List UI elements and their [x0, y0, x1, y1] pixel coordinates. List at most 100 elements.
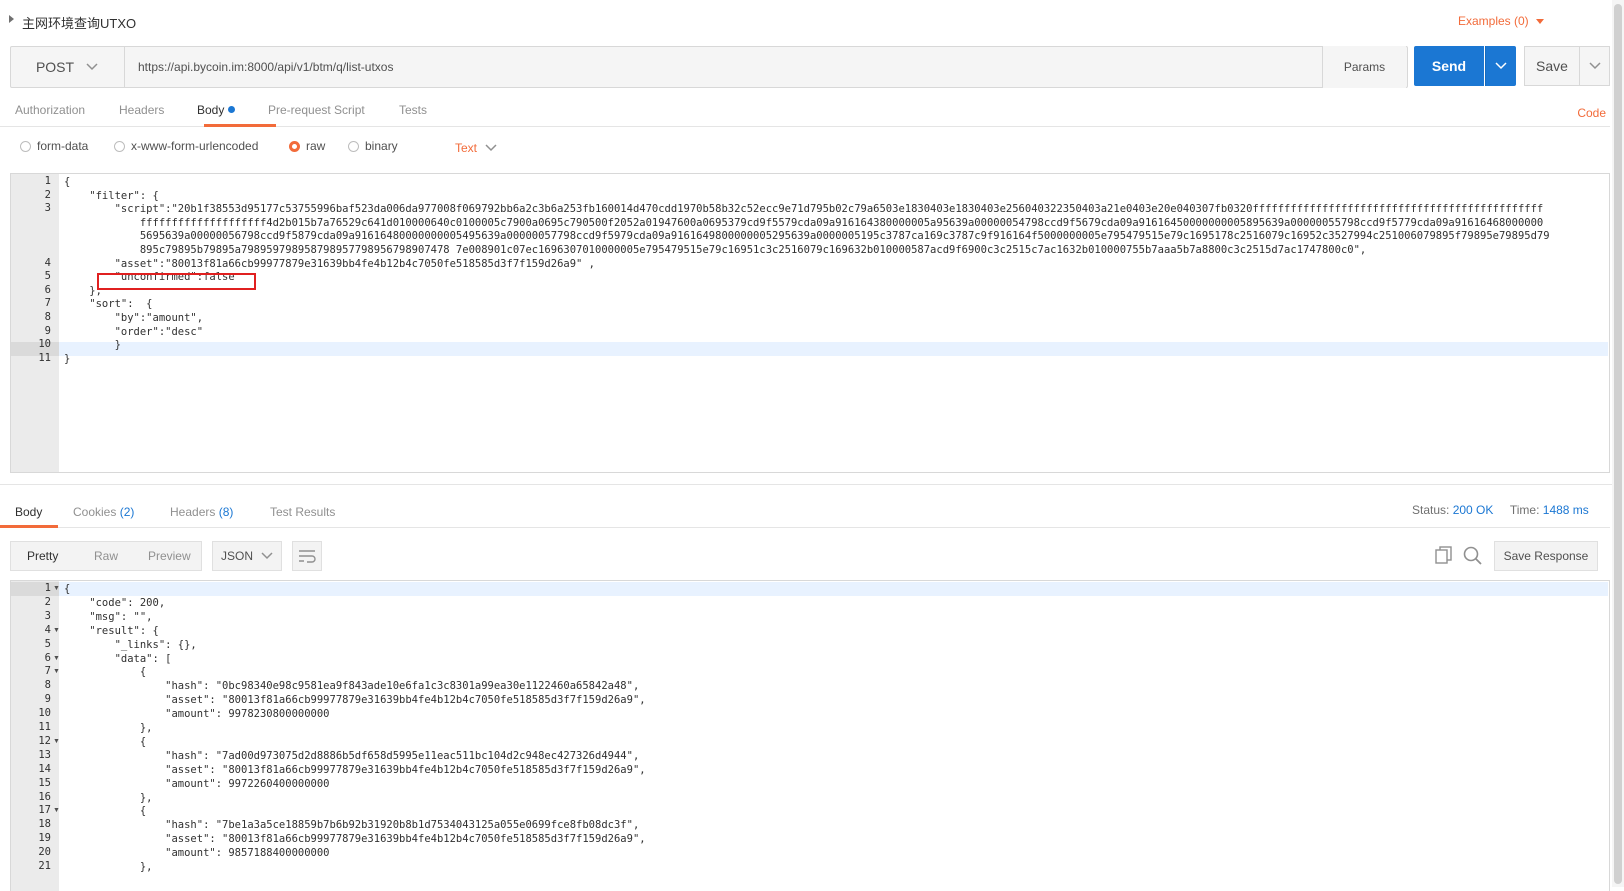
chevron-down-icon: [261, 552, 273, 560]
line-number: 7: [44, 297, 51, 310]
wrap-lines-button[interactable]: [292, 541, 322, 571]
fold-arrow-icon[interactable]: ▼: [53, 807, 60, 814]
tab-body[interactable]: Body: [197, 103, 236, 117]
view-raw-button[interactable]: Raw: [74, 549, 137, 563]
line-number: 12: [38, 734, 51, 747]
status-label: Status:: [1412, 503, 1450, 517]
line-number: 8: [44, 679, 51, 692]
time-value: 1488 ms: [1542, 503, 1589, 517]
radio-selected-icon: [289, 140, 300, 152]
code-line: "amount": 9972260400000000: [64, 777, 330, 790]
request-title[interactable]: 主网环境查询UTXO: [22, 13, 136, 32]
line-number: 3: [44, 609, 51, 622]
examples-link[interactable]: Examples (0): [1458, 14, 1544, 28]
send-options-button[interactable]: [1485, 46, 1516, 86]
response-tab-test-results[interactable]: Test Results: [270, 505, 335, 519]
text-type-select[interactable]: Text: [455, 141, 497, 155]
radio-icon: [20, 140, 31, 152]
line-number: 5: [44, 637, 51, 650]
search-icon[interactable]: [1463, 546, 1482, 570]
response-tab-label: Body: [15, 505, 43, 519]
radio-icon: [114, 140, 125, 152]
code-line: "asset": "80013f81a66cb99977879e31639bb4…: [64, 694, 646, 707]
view-preview-button[interactable]: Preview: [138, 549, 201, 563]
line-number: 10: [38, 707, 51, 720]
tab-headers[interactable]: Headers: [119, 103, 164, 117]
chevron-down-icon: [1495, 62, 1507, 70]
save-button[interactable]: Save: [1524, 46, 1580, 86]
tab-pre-request-script[interactable]: Pre-request Script: [268, 103, 365, 117]
chevron-down-icon: [1588, 62, 1601, 70]
code-line: "hash": "7ad00d973075d2d8886b5df658d5995…: [64, 749, 640, 762]
time-label: Time:: [1509, 503, 1540, 517]
fold-arrow-icon[interactable]: ▼: [53, 585, 60, 592]
method-select[interactable]: POST: [10, 46, 125, 88]
fold-arrow-icon[interactable]: ▼: [53, 738, 60, 745]
save-response-button[interactable]: Save Response: [1494, 541, 1598, 571]
code-line: "amount": 9978230800000000: [64, 708, 330, 721]
scrollbar-thumb[interactable]: [1614, 4, 1622, 884]
line-number: 19: [38, 832, 51, 845]
fold-arrow-icon[interactable]: ▼: [53, 655, 60, 662]
radio-raw[interactable]: raw: [289, 139, 325, 153]
line-number: 10: [38, 338, 51, 351]
line-number: 17: [38, 804, 51, 817]
line-number: 18: [38, 818, 51, 831]
copy-icon[interactable]: [1435, 546, 1453, 569]
url-input[interactable]: [126, 47, 1321, 87]
status-value: 200 OK: [1452, 503, 1494, 517]
code-line: }: [64, 339, 121, 352]
section-divider: [0, 484, 1624, 485]
format-label: JSON: [220, 549, 253, 563]
collapse-arrow-icon[interactable]: [9, 15, 14, 23]
tab-authorization[interactable]: Authorization: [15, 103, 85, 117]
line-number: 15: [38, 776, 51, 789]
code-line: "sort": {: [64, 298, 153, 311]
response-tab-label: Headers: [170, 505, 216, 519]
tabs-divider: [0, 527, 1610, 528]
response-tab-headers[interactable]: Headers (8): [170, 505, 233, 519]
code-line: "msg": "",: [64, 610, 153, 623]
view-pretty-button[interactable]: Pretty: [11, 549, 74, 563]
tab-body-label: Body: [197, 103, 225, 117]
code-line: "data": [: [64, 652, 172, 665]
line-number: 6: [44, 651, 51, 664]
send-button[interactable]: Send: [1414, 46, 1484, 86]
active-tab-indicator: [204, 124, 276, 127]
params-button[interactable]: Params: [1322, 46, 1406, 88]
response-tab-body[interactable]: Body: [15, 505, 42, 519]
code-line: 895c79895b79895a798959798958798957798956…: [64, 244, 1367, 256]
line-number: 2: [44, 595, 51, 608]
radio-label: x-www-form-urlencoded: [131, 139, 259, 153]
radio-label: raw: [306, 139, 326, 153]
tab-tests[interactable]: Tests: [399, 103, 427, 117]
format-select[interactable]: JSON: [212, 541, 282, 571]
fold-arrow-icon[interactable]: ▼: [53, 668, 60, 675]
save-options-button[interactable]: [1579, 46, 1610, 86]
radio-form-data[interactable]: form-data: [20, 139, 88, 153]
fold-arrow-icon[interactable]: ▼: [53, 627, 60, 634]
chevron-down-icon: [485, 144, 497, 152]
view-mode-group: Pretty Raw Preview: [10, 541, 202, 571]
line-number: 5: [44, 270, 51, 283]
active-tab-indicator: [0, 525, 58, 528]
line-number: 3: [44, 202, 51, 215]
radio-binary[interactable]: binary: [348, 139, 398, 153]
response-tab-cookies[interactable]: Cookies (2): [73, 505, 134, 519]
radio-x-www-form-urlencoded[interactable]: x-www-form-urlencoded: [114, 139, 258, 153]
caret-down-icon: [1536, 19, 1544, 24]
code-line: {: [64, 666, 147, 679]
code-line: "order":"desc": [64, 325, 204, 338]
modified-dot-icon: [228, 106, 236, 113]
code-line: },: [64, 722, 153, 734]
code-line: {: [64, 735, 147, 748]
line-number: 14: [38, 762, 51, 775]
line-number: 11: [38, 351, 51, 364]
code-link[interactable]: Code: [1577, 106, 1606, 120]
chevron-down-icon: [86, 63, 98, 71]
cookies-count: (2): [119, 505, 135, 519]
line-number: 21: [38, 860, 51, 872]
code-line: "unconfirmed":false: [64, 271, 235, 284]
code-line: },: [64, 861, 153, 873]
code-line: "script":"20b1f38553d95177c53755996baf52…: [64, 203, 1544, 216]
